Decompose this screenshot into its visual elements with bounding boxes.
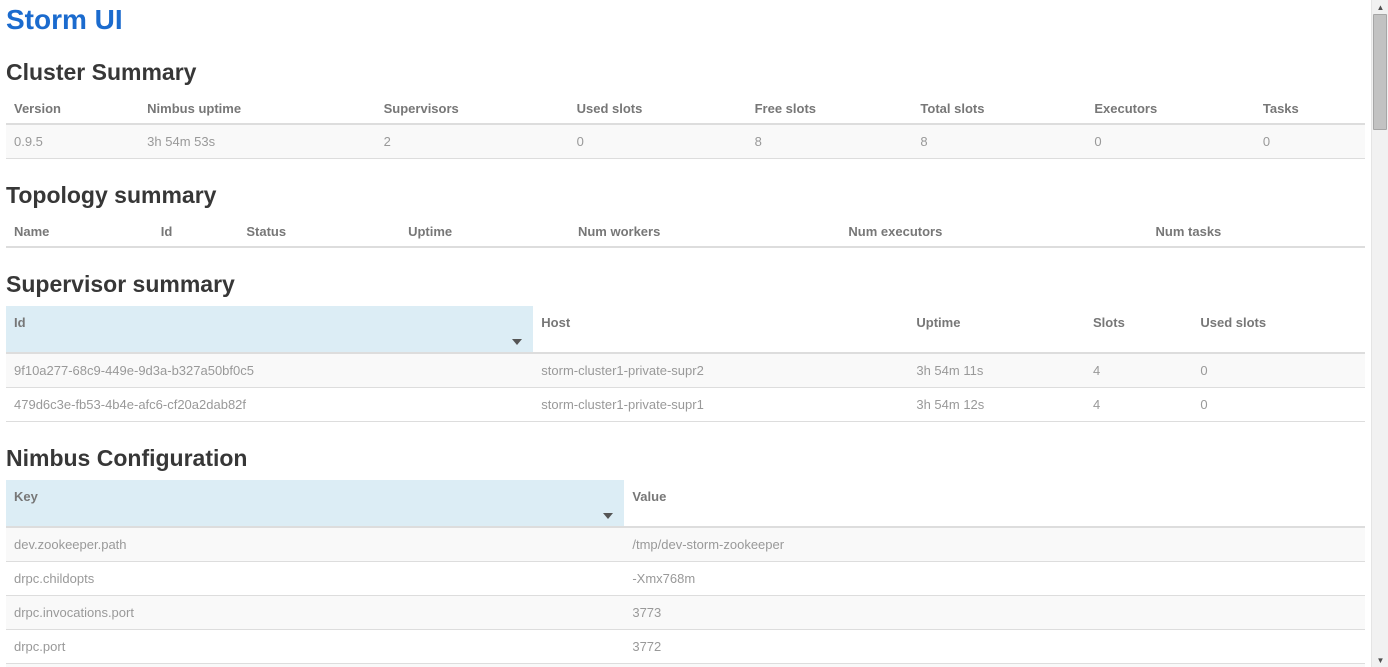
col-header-uptime[interactable]: Uptime: [400, 217, 570, 247]
table-row: 479d6c3e-fb53-4b4e-afc6-cf20a2dab82f sto…: [6, 388, 1365, 422]
config-value-cell: 128: [624, 664, 1365, 667]
config-value-cell: 3773: [624, 596, 1365, 630]
scroll-down-icon: ▼: [1377, 656, 1385, 665]
table-header-row: Key Value: [6, 480, 1365, 527]
table-row: dev.zookeeper.path /tmp/dev-storm-zookee…: [6, 527, 1365, 562]
supervisor-uptime-cell: 3h 54m 12s: [908, 388, 1085, 422]
cluster-free-slots-cell: 8: [747, 124, 913, 159]
cluster-summary-table: Version Nimbus uptime Supervisors Used s…: [6, 94, 1365, 159]
cluster-summary-heading: Cluster Summary: [6, 59, 1365, 85]
col-header-id-sorted[interactable]: Id: [6, 306, 533, 353]
sort-desc-icon: [603, 513, 613, 519]
col-header-id-label: Id: [14, 315, 26, 330]
topology-summary-table: Name Id Status Uptime Num workers Num ex…: [6, 217, 1365, 248]
supervisor-uptime-cell: 3h 54m 11s: [908, 353, 1085, 388]
supervisor-summary-table: Id Host Uptime Slots Used slots 9f10a277…: [6, 306, 1365, 422]
scrollbar-thumb[interactable]: [1373, 14, 1387, 130]
col-header-key-label: Key: [14, 489, 38, 504]
vertical-scrollbar[interactable]: ▲ ▼: [1371, 0, 1388, 667]
table-row: drpc.port 3772: [6, 630, 1365, 664]
col-header-free-slots[interactable]: Free slots: [747, 94, 913, 124]
supervisor-used-slots-cell: 0: [1192, 388, 1365, 422]
config-key-cell: dev.zookeeper.path: [6, 527, 624, 562]
cluster-version-cell: 0.9.5: [6, 124, 139, 159]
col-header-num-workers[interactable]: Num workers: [570, 217, 840, 247]
cluster-total-slots-cell: 8: [912, 124, 1086, 159]
col-header-num-tasks[interactable]: Num tasks: [1148, 217, 1365, 247]
table-header-row: Name Id Status Uptime Num workers Num ex…: [6, 217, 1365, 247]
sort-desc-icon: [512, 339, 522, 345]
table-header-row: Version Nimbus uptime Supervisors Used s…: [6, 94, 1365, 124]
config-key-cell: drpc.invocations.port: [6, 596, 624, 630]
table-row: drpc.invocations.port 3773: [6, 596, 1365, 630]
supervisor-summary-heading: Supervisor summary: [6, 271, 1365, 297]
table-row: drpc.childopts -Xmx768m: [6, 562, 1365, 596]
scroll-down-button[interactable]: ▼: [1372, 653, 1388, 667]
cluster-supervisors-cell: 2: [376, 124, 569, 159]
config-key-cell: drpc.queue.size: [6, 664, 624, 667]
table-row: drpc.queue.size 128: [6, 664, 1365, 667]
supervisor-slots-cell: 4: [1085, 388, 1192, 422]
col-header-key-sorted[interactable]: Key: [6, 480, 624, 527]
storm-ui-page: Storm UI Cluster Summary Version Nimbus …: [0, 0, 1371, 667]
table-row: 0.9.5 3h 54m 53s 2 0 8 8 0 0: [6, 124, 1365, 159]
topology-summary-heading: Topology summary: [6, 182, 1365, 208]
nimbus-configuration-heading: Nimbus Configuration: [6, 445, 1365, 471]
col-header-supervisors[interactable]: Supervisors: [376, 94, 569, 124]
col-header-slots[interactable]: Slots: [1085, 306, 1192, 353]
scroll-up-button[interactable]: ▲: [1372, 0, 1388, 14]
config-key-cell: drpc.childopts: [6, 562, 624, 596]
page-title: Storm UI: [6, 4, 1365, 36]
table-row: 9f10a277-68c9-449e-9d3a-b327a50bf0c5 sto…: [6, 353, 1365, 388]
storm-ui-home-link[interactable]: Storm UI: [6, 4, 123, 35]
scroll-up-icon: ▲: [1377, 3, 1385, 12]
col-header-total-slots[interactable]: Total slots: [912, 94, 1086, 124]
col-header-used-slots[interactable]: Used slots: [569, 94, 747, 124]
col-header-host[interactable]: Host: [533, 306, 908, 353]
col-header-name[interactable]: Name: [6, 217, 153, 247]
config-value-cell: 3772: [624, 630, 1365, 664]
cluster-tasks-cell: 0: [1255, 124, 1365, 159]
config-value-cell: /tmp/dev-storm-zookeeper: [624, 527, 1365, 562]
col-header-value[interactable]: Value: [624, 480, 1365, 527]
cluster-used-slots-cell: 0: [569, 124, 747, 159]
col-header-num-executors[interactable]: Num executors: [840, 217, 1147, 247]
col-header-uptime[interactable]: Uptime: [908, 306, 1085, 353]
supervisor-used-slots-cell: 0: [1192, 353, 1365, 388]
config-key-cell: drpc.port: [6, 630, 624, 664]
supervisor-host-cell: storm-cluster1-private-supr1: [533, 388, 908, 422]
col-header-tasks[interactable]: Tasks: [1255, 94, 1365, 124]
nimbus-configuration-table: Key Value dev.zookeeper.path /tmp/dev-st…: [6, 480, 1365, 667]
supervisor-host-cell: storm-cluster1-private-supr2: [533, 353, 908, 388]
config-value-cell: -Xmx768m: [624, 562, 1365, 596]
cluster-executors-cell: 0: [1086, 124, 1255, 159]
cluster-nimbus-uptime-cell: 3h 54m 53s: [139, 124, 375, 159]
col-header-executors[interactable]: Executors: [1086, 94, 1255, 124]
supervisor-id-cell: 479d6c3e-fb53-4b4e-afc6-cf20a2dab82f: [6, 388, 533, 422]
col-header-nimbus-uptime[interactable]: Nimbus uptime: [139, 94, 375, 124]
table-header-row: Id Host Uptime Slots Used slots: [6, 306, 1365, 353]
col-header-used-slots[interactable]: Used slots: [1192, 306, 1365, 353]
col-header-version[interactable]: Version: [6, 94, 139, 124]
col-header-status[interactable]: Status: [238, 217, 400, 247]
supervisor-id-cell: 9f10a277-68c9-449e-9d3a-b327a50bf0c5: [6, 353, 533, 388]
col-header-id[interactable]: Id: [153, 217, 239, 247]
supervisor-slots-cell: 4: [1085, 353, 1192, 388]
